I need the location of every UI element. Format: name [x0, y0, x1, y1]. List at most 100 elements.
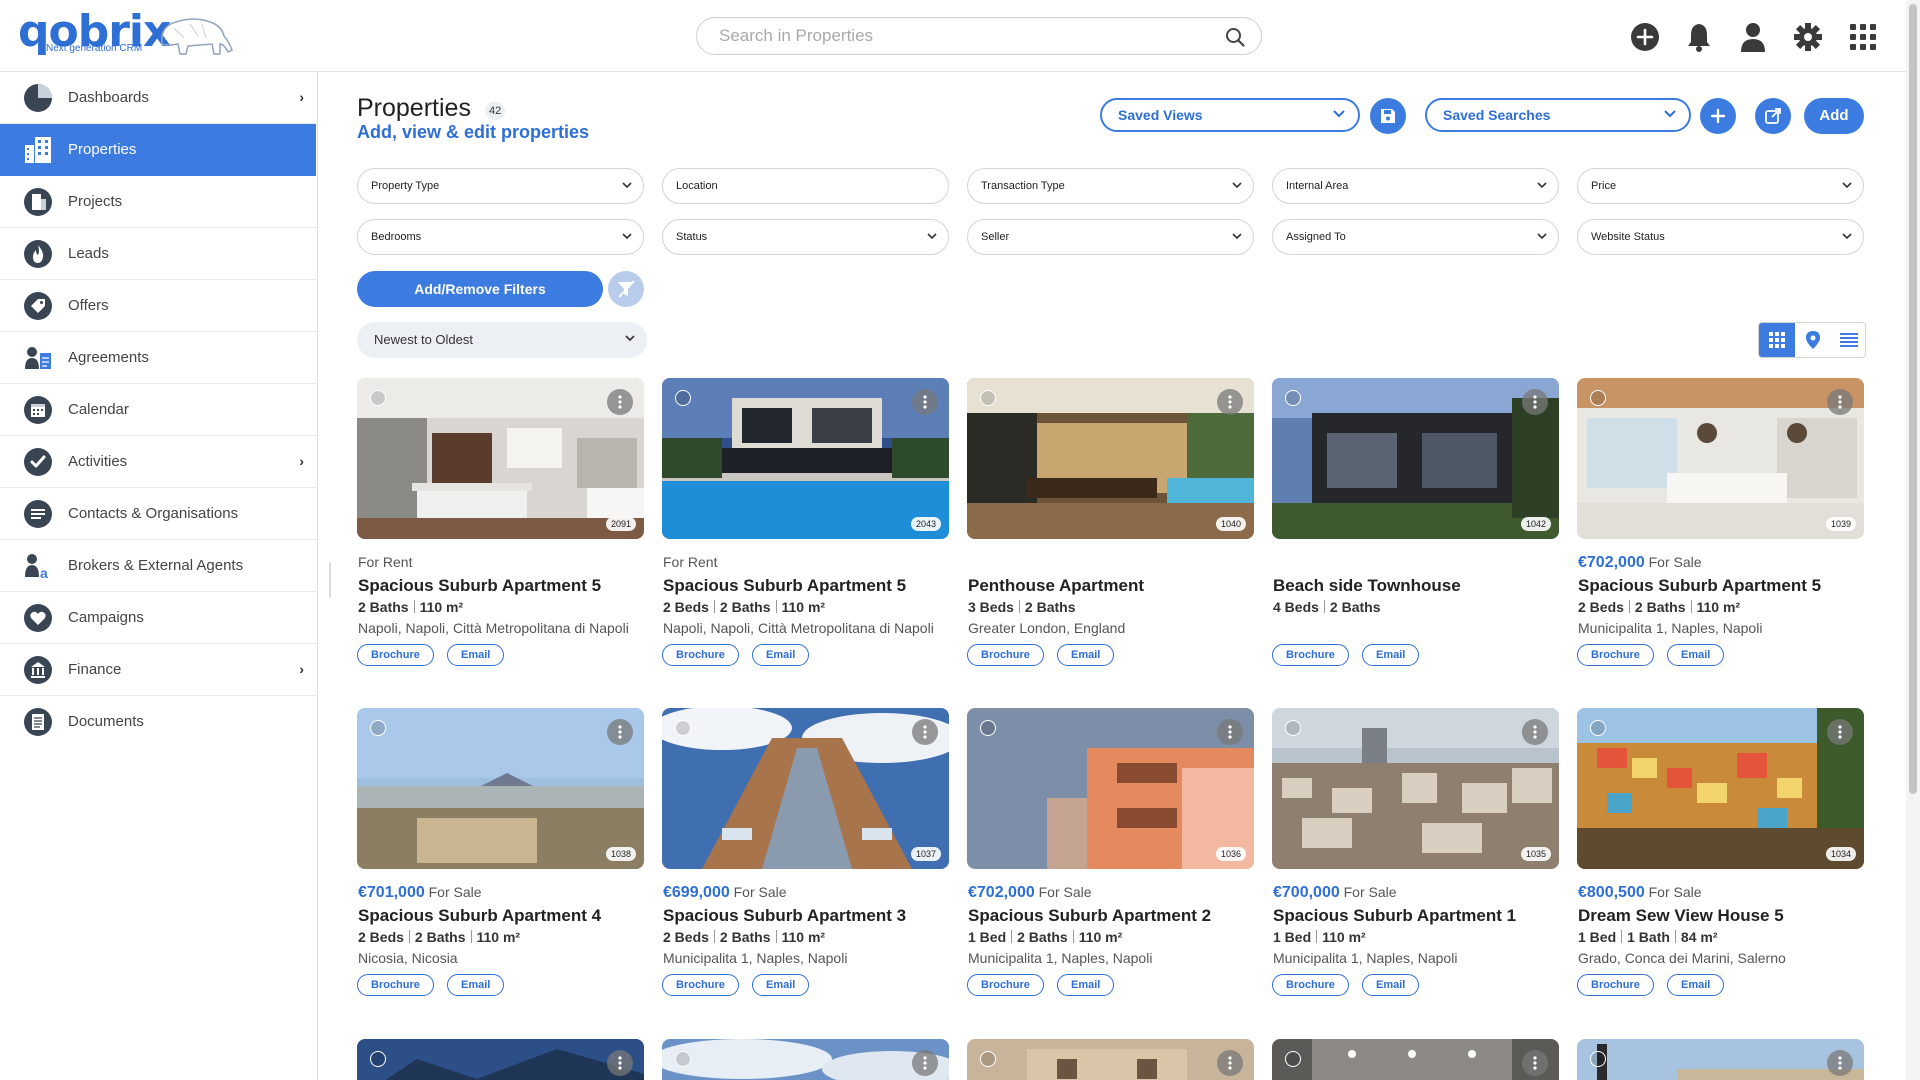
more-options-icon[interactable] [1522, 1050, 1548, 1076]
sidebar-item-offers[interactable]: Offers [0, 280, 316, 332]
more-options-icon[interactable] [1217, 719, 1243, 745]
brochure-button[interactable]: Brochure [357, 974, 434, 996]
email-button[interactable]: Email [1057, 974, 1115, 996]
property-card[interactable]: 1040 Penthouse Apartment 3 Beds 2 Baths G… [967, 378, 1254, 678]
sidebar-item-projects[interactable]: Projects [0, 176, 316, 228]
property-card[interactable]: 1039 €702,000 For Sale Spacious Suburb A… [1577, 378, 1864, 678]
page-scrollbar[interactable] [1906, 0, 1920, 1080]
sidebar-item-leads[interactable]: Leads [0, 228, 316, 280]
property-photo[interactable]: 1037 [662, 708, 949, 869]
select-checkbox[interactable] [1285, 1051, 1301, 1067]
select-checkbox[interactable] [1590, 1051, 1606, 1067]
brochure-button[interactable]: Brochure [1272, 644, 1349, 666]
saved-searches-select[interactable]: Saved Searches [1425, 98, 1691, 132]
select-checkbox[interactable] [980, 1051, 996, 1067]
property-photo[interactable]: 2043 [662, 378, 949, 539]
property-card[interactable] [967, 1039, 1254, 1080]
add-remove-filters-button[interactable]: Add/Remove Filters [357, 271, 603, 307]
select-checkbox[interactable] [1590, 390, 1606, 406]
filter-transaction-type[interactable]: Transaction Type [967, 168, 1254, 204]
select-checkbox[interactable] [1590, 720, 1606, 736]
property-card[interactable] [357, 1039, 644, 1080]
property-title[interactable]: Spacious Suburb Apartment 5 [663, 576, 906, 596]
email-button[interactable]: Email [752, 644, 810, 666]
email-button[interactable]: Email [752, 974, 810, 996]
select-checkbox[interactable] [675, 720, 691, 736]
filter-website-status[interactable]: Website Status [1577, 219, 1864, 255]
filter-assigned-to[interactable]: Assigned To [1272, 219, 1559, 255]
property-title[interactable]: Spacious Suburb Apartment 2 [968, 906, 1211, 926]
sidebar-item-brokers[interactable]: a Brokers & External Agents [0, 540, 316, 592]
apps-grid-icon[interactable] [1846, 20, 1880, 54]
email-button[interactable]: Email [1362, 974, 1420, 996]
property-card[interactable] [1272, 1039, 1559, 1080]
email-button[interactable]: Email [1362, 644, 1420, 666]
brochure-button[interactable]: Brochure [1577, 974, 1654, 996]
select-checkbox[interactable] [1285, 390, 1301, 406]
filter-bedrooms[interactable]: Bedrooms [357, 219, 644, 255]
property-card[interactable]: 1038 €701,000 For Sale Spacious Suburb A… [357, 708, 644, 1008]
select-checkbox[interactable] [1285, 720, 1301, 736]
bell-icon[interactable] [1682, 20, 1716, 54]
property-photo[interactable] [967, 1039, 1254, 1080]
property-title[interactable]: Beach side Townhouse [1273, 576, 1461, 596]
sidebar-item-dashboards[interactable]: Dashboards › [0, 72, 316, 124]
filter-seller[interactable]: Seller [967, 219, 1254, 255]
brochure-button[interactable]: Brochure [662, 974, 739, 996]
search-icon[interactable] [1225, 27, 1245, 47]
sidebar-item-contacts[interactable]: Contacts & Organisations [0, 488, 316, 540]
add-property-button[interactable]: Add [1804, 98, 1864, 134]
search-input[interactable] [719, 18, 1199, 54]
select-checkbox[interactable] [675, 390, 691, 406]
property-card[interactable]: 1042 Beach side Townhouse 4 Beds 2 Baths … [1272, 378, 1559, 678]
filter-location[interactable]: Location [662, 168, 949, 204]
add-icon[interactable] [1628, 20, 1662, 54]
filter-status[interactable]: Status [662, 219, 949, 255]
property-title[interactable]: Spacious Suburb Apartment 5 [358, 576, 601, 596]
more-options-icon[interactable] [607, 389, 633, 415]
sidebar-item-properties[interactable]: Properties [0, 124, 316, 176]
sidebar-item-campaigns[interactable]: Campaigns [0, 592, 316, 644]
property-card[interactable]: 1035 €700,000 For Sale Spacious Suburb A… [1272, 708, 1559, 1008]
select-checkbox[interactable] [980, 720, 996, 736]
brochure-button[interactable]: Brochure [1272, 974, 1349, 996]
filter-price[interactable]: Price [1577, 168, 1864, 204]
property-title[interactable]: Penthouse Apartment [968, 576, 1144, 596]
sidebar-item-activities[interactable]: Activities › [0, 436, 316, 488]
brochure-button[interactable]: Brochure [662, 644, 739, 666]
property-card[interactable]: 2043 For Rent Spacious Suburb Apartment … [662, 378, 949, 678]
property-card[interactable]: 2091 For Rent Spacious Suburb Apartment … [357, 378, 644, 678]
list-view-button[interactable] [1831, 323, 1865, 357]
more-options-icon[interactable] [1827, 1050, 1853, 1076]
brochure-button[interactable]: Brochure [967, 644, 1044, 666]
property-photo[interactable]: 1036 [967, 708, 1254, 869]
save-view-button[interactable] [1370, 98, 1406, 134]
property-photo[interactable]: 2091 [357, 378, 644, 539]
user-icon[interactable] [1736, 20, 1770, 54]
more-options-icon[interactable] [912, 1050, 938, 1076]
more-options-icon[interactable] [1522, 389, 1548, 415]
email-button[interactable]: Email [1057, 644, 1115, 666]
property-photo[interactable] [662, 1039, 949, 1080]
property-card[interactable]: 1037 €699,000 For Sale Spacious Suburb A… [662, 708, 949, 1008]
select-checkbox[interactable] [370, 720, 386, 736]
grid-view-button[interactable] [1759, 323, 1795, 357]
property-card[interactable]: 1036 €702,000 For Sale Spacious Suburb A… [967, 708, 1254, 1008]
brochure-button[interactable]: Brochure [1577, 644, 1654, 666]
more-options-icon[interactable] [912, 389, 938, 415]
more-options-icon[interactable] [1827, 389, 1853, 415]
select-checkbox[interactable] [370, 1051, 386, 1067]
property-photo[interactable]: 1042 [1272, 378, 1559, 539]
property-photo[interactable]: 1034 [1577, 708, 1864, 869]
property-photo[interactable]: 1038 [357, 708, 644, 869]
more-options-icon[interactable] [1217, 1050, 1243, 1076]
sidebar-item-agreements[interactable]: Agreements [0, 332, 316, 384]
property-card[interactable]: 1034 €800,500 For Sale Dream Sew View Ho… [1577, 708, 1864, 1008]
sort-select[interactable]: Newest to Oldest [357, 322, 647, 358]
property-title[interactable]: Spacious Suburb Apartment 5 [1578, 576, 1821, 596]
filter-internal-area[interactable]: Internal Area [1272, 168, 1559, 204]
property-title[interactable]: Spacious Suburb Apartment 1 [1273, 906, 1516, 926]
property-photo[interactable]: 1035 [1272, 708, 1559, 869]
export-button[interactable] [1755, 98, 1791, 134]
property-photo[interactable] [1577, 1039, 1864, 1080]
